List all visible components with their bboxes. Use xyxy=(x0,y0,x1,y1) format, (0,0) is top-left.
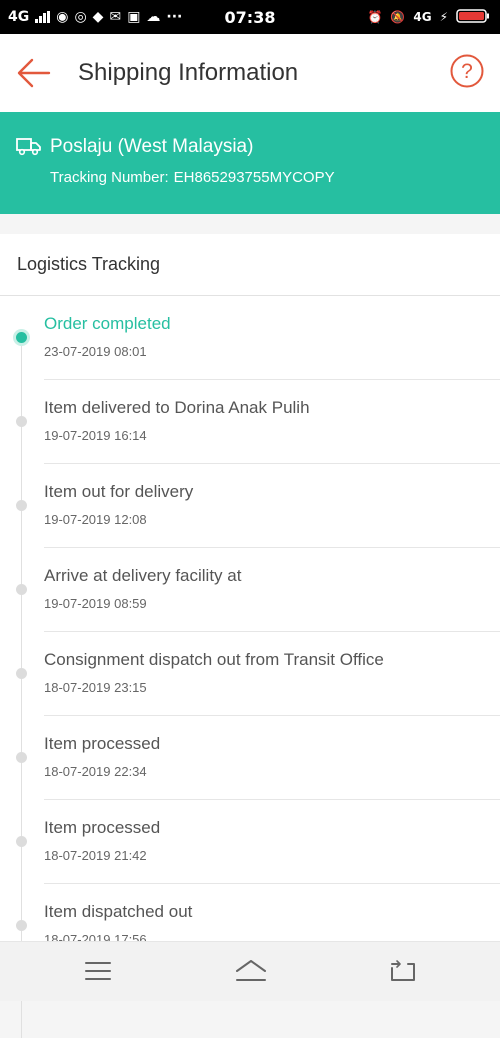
help-button[interactable]: ? xyxy=(450,54,484,88)
network-type-right: 4G xyxy=(413,10,432,24)
tracking-event: Item out for delivery 19-07-2019 12:08 xyxy=(0,464,500,548)
timeline-dot xyxy=(16,752,27,763)
tracking-event: Item processed 18-07-2019 21:42 xyxy=(0,800,500,884)
event-description: Arrive at delivery facility at xyxy=(44,566,242,585)
tracking-info: Tracking Number: EH865293755MYCOPY xyxy=(50,168,335,188)
menu-icon xyxy=(85,962,111,980)
back-button[interactable] xyxy=(16,56,52,90)
app-header: Shipping Information ? xyxy=(0,34,500,112)
tracking-event: Item processed 18-07-2019 22:34 xyxy=(0,716,500,800)
event-time: 19-07-2019 12:08 xyxy=(44,512,147,527)
page-title: Shipping Information xyxy=(78,59,299,86)
question-circle-icon: ? xyxy=(450,54,484,88)
mute-icon: 🔕 xyxy=(390,10,406,24)
back-icon xyxy=(391,960,415,981)
tracking-number[interactable]: EH865293755MYCOPY xyxy=(174,168,335,188)
timeline-dot-active xyxy=(16,332,27,343)
event-time: 18-07-2019 22:34 xyxy=(44,764,147,779)
event-description: Item processed xyxy=(44,734,161,753)
home-icon xyxy=(236,960,266,981)
tracking-event: Arrive at delivery facility at 19-07-201… xyxy=(0,548,500,632)
status-right: ⏰ 🔕 4G ⚡ xyxy=(367,0,490,34)
tracking-event: Consignment dispatch out from Transit Of… xyxy=(0,632,500,716)
event-description: Item delivered to Dorina Anak Pulih xyxy=(44,398,310,417)
timeline-dot xyxy=(16,584,27,595)
event-time: 18-07-2019 21:42 xyxy=(44,848,147,863)
timeline-dot xyxy=(16,668,27,679)
timeline-dot xyxy=(16,920,27,931)
alarm-icon: ⏰ xyxy=(367,10,383,24)
back-nav-button[interactable] xyxy=(388,958,418,984)
carrier-name: Poslaju (West Malaysia) xyxy=(50,136,254,157)
tracking-label: Tracking Number: xyxy=(50,169,169,186)
tracking-event: Order completed 23-07-2019 08:01 xyxy=(0,296,500,380)
arrow-left-icon xyxy=(17,58,51,88)
truck-icon xyxy=(16,138,41,156)
charging-icon: ⚡ xyxy=(439,10,448,24)
event-time: 19-07-2019 16:14 xyxy=(44,428,147,443)
event-description: Item dispatched out xyxy=(44,902,193,921)
timeline-dot xyxy=(16,836,27,847)
event-description: Consignment dispatch out from Transit Of… xyxy=(44,650,384,669)
event-time: 23-07-2019 08:01 xyxy=(44,344,147,359)
home-button[interactable] xyxy=(234,958,268,984)
event-time: 18-07-2019 23:15 xyxy=(44,680,147,695)
event-description: Order completed xyxy=(44,314,171,333)
menu-button[interactable] xyxy=(83,958,113,984)
status-bar: 4G ◉ ◎ ◆ ✉ ▣ ☁ ··· 07:38 ⏰ 🔕 4G ⚡ xyxy=(0,0,500,34)
battery-icon xyxy=(456,8,490,26)
logistics-title: Logistics Tracking xyxy=(0,234,500,296)
logistics-section: Logistics Tracking Order completed 23-07… xyxy=(0,234,500,1038)
timeline-dot xyxy=(16,416,27,427)
system-nav-bar xyxy=(0,941,500,1001)
tracking-timeline: Order completed 23-07-2019 08:01 Item de… xyxy=(0,296,500,1038)
event-description: Item processed xyxy=(44,818,161,837)
svg-text:?: ? xyxy=(461,60,473,83)
carrier-banner: Poslaju (West Malaysia) Tracking Number:… xyxy=(0,112,500,214)
timeline-dot xyxy=(16,500,27,511)
event-description: Item out for delivery xyxy=(44,482,194,501)
event-time: 19-07-2019 08:59 xyxy=(44,596,147,611)
tracking-event: Item delivered to Dorina Anak Pulih 19-0… xyxy=(0,380,500,464)
